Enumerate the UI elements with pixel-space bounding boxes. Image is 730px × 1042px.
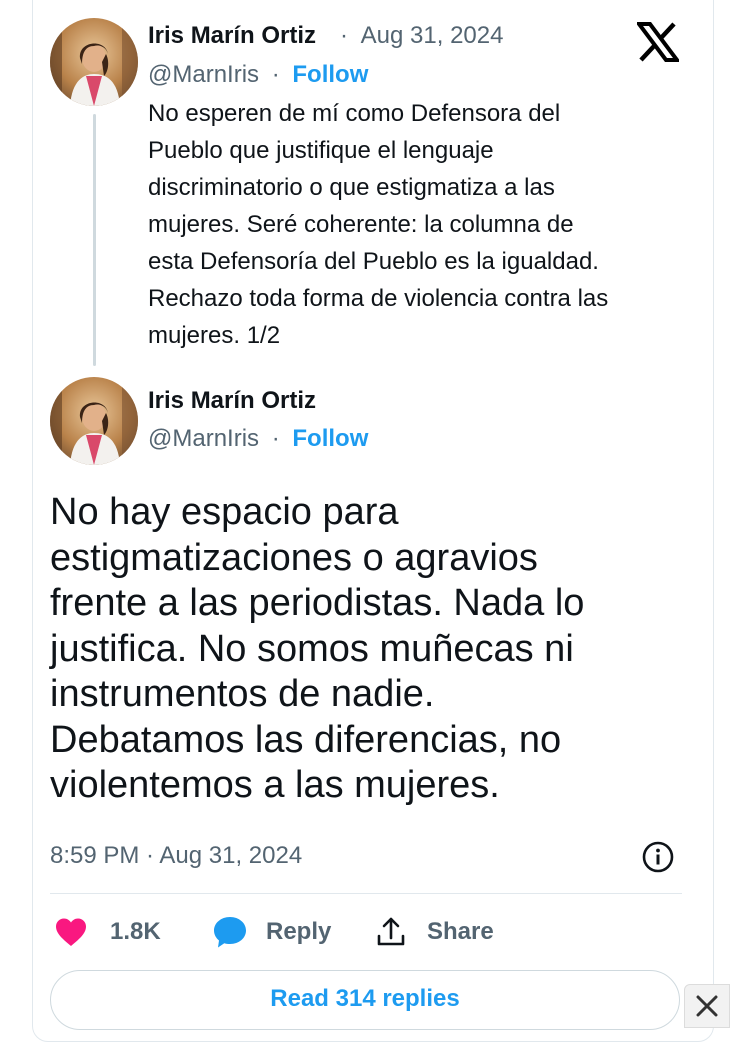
close-icon (696, 995, 718, 1017)
avatar[interactable] (50, 18, 138, 106)
tweet-text-line: frente a las periodistas. Nada lo (50, 582, 585, 624)
share-label: Share (427, 918, 494, 945)
author-name[interactable]: Iris Marín Ortiz (148, 387, 316, 415)
share-button[interactable]: Share (375, 913, 494, 951)
tweet-date[interactable]: Aug 31, 2024 (361, 22, 504, 49)
reply-button[interactable]: Reply (212, 913, 331, 951)
avatar-photo (50, 18, 138, 106)
separator-dot: · (271, 61, 280, 88)
reply-label: Reply (266, 918, 332, 945)
thread-connector-line (93, 114, 96, 366)
tweet-text-line: instrumentos de nadie. (50, 673, 435, 715)
like-count: 1.8K (110, 918, 161, 945)
tweet-text-line: esta Defensoría del Pueblo es la igualda… (148, 248, 599, 275)
tweet-text-line: No hay espacio para (50, 491, 399, 533)
avatar[interactable] (50, 377, 138, 465)
tweet-text-line: mujeres. Seré coherente: la columna de (148, 211, 574, 238)
avatar-photo (50, 377, 138, 465)
author-handle[interactable]: @MarnIris (148, 425, 259, 452)
info-icon[interactable] (641, 840, 675, 874)
close-button[interactable] (684, 984, 730, 1028)
tweet-text-line: violentemos a las mujeres. (50, 764, 500, 806)
follow-button[interactable]: Follow (292, 425, 368, 452)
follow-button[interactable]: Follow (292, 61, 368, 88)
heart-icon (56, 918, 86, 946)
tweet-text-line: Pueblo que justifique el lenguaje (148, 137, 494, 164)
tweet-text: No esperen de mí como Defensora del Pueb… (148, 95, 693, 354)
read-replies-button[interactable]: Read 314 replies (50, 970, 680, 1030)
tweet-text-line: discriminatorio o que estigmatiza a las (148, 174, 555, 201)
separator-dot: · (340, 22, 348, 49)
like-button[interactable]: 1.8K (54, 913, 161, 951)
tweet-text-line: Rechazo toda forma de violencia contra l… (148, 285, 609, 312)
separator-dot: · (271, 425, 280, 452)
x-logo-icon[interactable] (635, 22, 681, 62)
speech-bubble-icon (214, 917, 246, 948)
author-handle[interactable]: @MarnIris (148, 61, 259, 88)
tweet-date-row: · Aug 31, 2024 (340, 22, 503, 50)
tweet-text-line: justifica. No somos muñecas ni (50, 627, 574, 670)
share-upload-icon (377, 917, 405, 946)
author-name[interactable]: Iris Marín Ortiz (148, 22, 316, 50)
tweet-text-line: estigmatizaciones o agravios (50, 536, 538, 579)
tweet-text: No hay espacio para estigmatizaciones o … (50, 490, 670, 809)
divider (50, 893, 682, 894)
tweet-text-line: mujeres. 1/2 (148, 322, 281, 349)
handle-row: @MarnIris · Follow (148, 425, 368, 453)
tweet-timestamp[interactable]: 8:59 PM · Aug 31, 2024 (50, 842, 302, 870)
tweet-text-line: No esperen de mí como Defensora del (148, 100, 561, 127)
tweet-text-line: Debatamos las diferencias, no (50, 718, 562, 761)
handle-row: @MarnIris · Follow (148, 61, 368, 89)
